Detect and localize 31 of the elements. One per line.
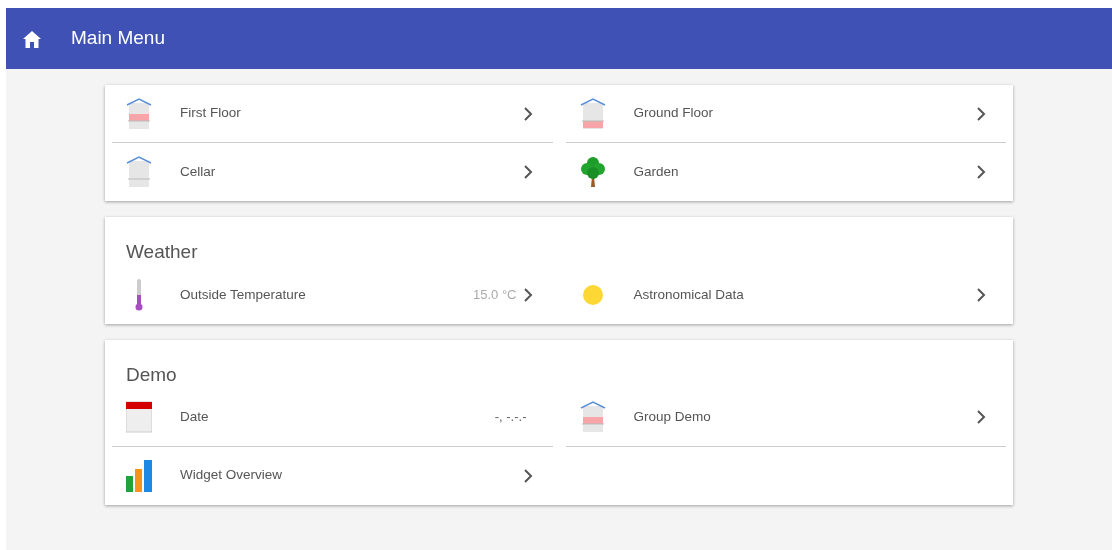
- item-label: Garden: [633, 162, 680, 181]
- menu-item[interactable]: First Floor: [112, 85, 553, 143]
- page-title: Main Menu: [71, 27, 165, 50]
- item-label: Ground Floor: [633, 104, 715, 123]
- tree-icon: [579, 156, 606, 188]
- bar-chart-icon: [126, 459, 152, 492]
- menu-item[interactable]: Widget Overview: [112, 446, 553, 505]
- house-icon: [126, 156, 152, 188]
- item-label: Group Demo: [633, 407, 712, 426]
- item-label: Cellar: [180, 162, 217, 181]
- menu-item[interactable]: Garden: [565, 143, 1006, 201]
- section-title: Weather: [125, 240, 199, 264]
- house-icon: [126, 97, 152, 130]
- house-icon: [579, 401, 606, 434]
- item-label: Date: [180, 407, 210, 426]
- calendar-icon: [126, 401, 152, 434]
- item-label: First Floor: [180, 104, 242, 123]
- menu-item[interactable]: Ground Floor: [565, 85, 1006, 143]
- item-label: Astronomical Data: [633, 285, 745, 304]
- menu-item[interactable]: Astronomical Data: [565, 265, 1006, 324]
- item-value: -, -.-.-: [494, 408, 527, 427]
- house-icon: [579, 97, 606, 130]
- item-label: Outside Temperature: [180, 285, 307, 304]
- item-value: 15.0 °C: [473, 286, 517, 305]
- home-icon: [23, 30, 41, 48]
- menu-item[interactable]: Group Demo: [565, 388, 1006, 447]
- section-title: Demo: [125, 362, 178, 387]
- menu-item[interactable]: Cellar: [112, 143, 553, 201]
- menu-item[interactable]: Date -, -.-.-: [112, 388, 553, 447]
- menu-item[interactable]: Outside Temperature 15.0 °C: [112, 265, 553, 324]
- item-label: Widget Overview: [180, 466, 284, 485]
